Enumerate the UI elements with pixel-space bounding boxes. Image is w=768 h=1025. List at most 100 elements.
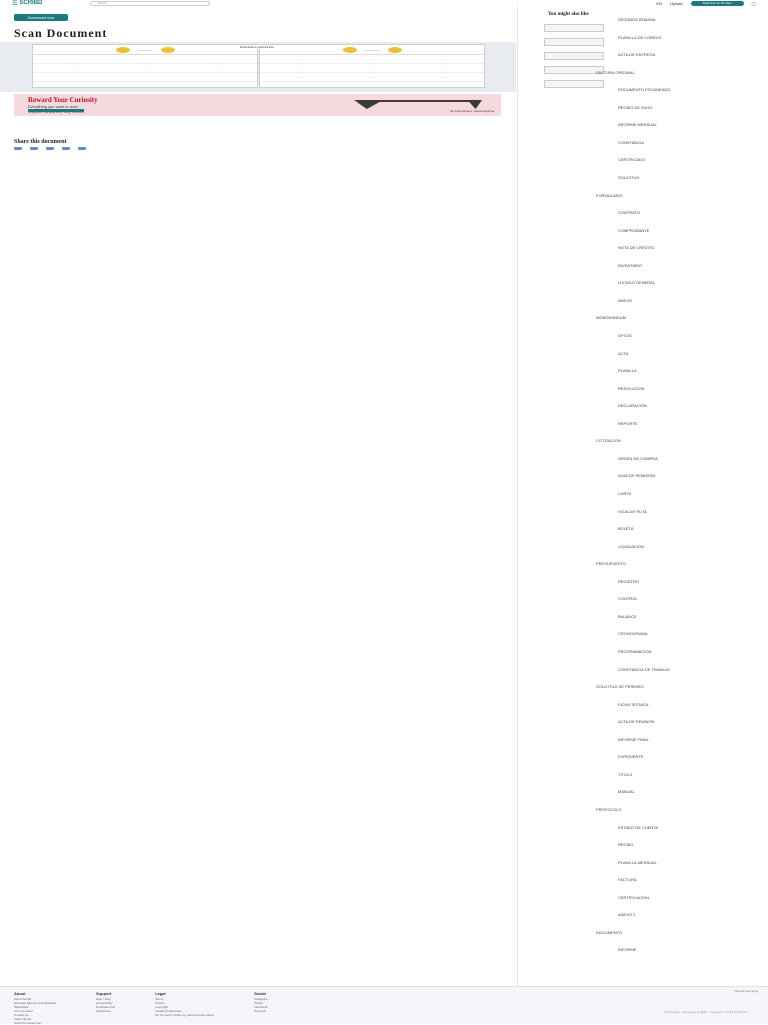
related-document-item[interactable]: BOLETA <box>618 527 748 531</box>
related-document-item[interactable]: LISTADO GENERAL <box>618 281 748 285</box>
related-document-item[interactable]: EXPEDIENTE <box>618 755 748 759</box>
related-document-item[interactable]: HOJA DE RUTA <box>618 509 748 514</box>
document-thumbnail[interactable] <box>544 38 604 46</box>
related-document-title: DOCUMENTO <box>596 929 623 935</box>
download-button[interactable]: Download now <box>14 14 69 21</box>
related-document-item[interactable]: TITULO <box>618 772 748 777</box>
related-document-item[interactable]: ESTADO DE CUENTA <box>618 825 748 830</box>
related-document-item[interactable]: DOCUMENTO ESCANEADO <box>618 88 748 92</box>
related-document-item[interactable]: CONTROL <box>618 597 748 601</box>
document-thumbnail[interactable] <box>544 66 604 74</box>
related-document-item[interactable]: FORMULARIO <box>596 193 726 198</box>
related-document-title: RESOLUCION <box>618 385 645 391</box>
search-icon[interactable]: ⌕ <box>208 1 210 5</box>
page-row: ······ ······ ······ <box>33 73 257 82</box>
sidebar: You might also like SEGUNDA SEMANA PLANIL… <box>517 6 768 986</box>
link-icon[interactable] <box>62 147 70 150</box>
related-document-item[interactable]: COTIZACION <box>596 439 726 443</box>
related-document-item[interactable]: ORDEN DE COMPRA <box>618 456 748 461</box>
footer-link[interactable]: Do not sell or share my personal informa… <box>155 1013 214 1017</box>
related-document-item[interactable]: INVENTARIO <box>618 263 748 268</box>
language-selector[interactable]: EN <box>656 1 662 6</box>
related-document-item[interactable]: REGISTRO <box>618 579 748 584</box>
related-document-item[interactable]: RESOLUCION <box>618 385 748 391</box>
related-document-item[interactable]: MEMORANDUM <box>596 316 726 320</box>
related-document-item[interactable]: REPORTE <box>618 421 748 426</box>
related-document-item[interactable]: DECLARACION <box>618 404 748 408</box>
related-document-item[interactable]: ACTA DE ENTREGA <box>618 53 748 57</box>
document-thumbnail[interactable] <box>544 80 604 88</box>
related-document-title: CONTROL <box>618 596 638 602</box>
related-document-title: CERTIFICACION <box>618 894 650 900</box>
related-document-item[interactable]: ANEXO <box>618 298 748 303</box>
related-document-item[interactable]: NOTA DE CREDITO <box>618 246 748 250</box>
embed-icon[interactable] <box>78 147 86 150</box>
facebook-icon[interactable] <box>14 147 22 150</box>
related-document-item[interactable]: DOCUMENTO <box>596 929 726 935</box>
related-document-title: CRONOGRAMA <box>618 631 648 637</box>
related-document-title: GUIA DE REMISION <box>618 473 656 479</box>
email-icon[interactable] <box>46 147 54 150</box>
document-thumbnail[interactable] <box>544 24 604 32</box>
related-document-item[interactable]: MANUAL <box>618 790 748 794</box>
promo-banner[interactable]: Reward Your Curiosity Everything you wan… <box>14 94 501 116</box>
related-document-title: PROGRAMACION <box>618 649 652 654</box>
related-document-title: CARTA <box>618 491 632 496</box>
footer-link[interactable]: AdChoices <box>96 1009 115 1013</box>
related-document-title: CONSTANCIA DE TRABAJO <box>618 666 670 672</box>
related-document-item[interactable]: PRESUPUESTO <box>596 562 726 566</box>
document-thumbnail[interactable] <box>544 52 604 60</box>
related-document-item[interactable]: CERTIFICACION <box>618 894 748 900</box>
related-document-item[interactable]: INFORME MENSUAL <box>618 123 748 127</box>
related-document-item[interactable]: SOLICITUD DE PERMISO <box>596 685 726 689</box>
related-document-item[interactable]: ANEXO 2 <box>618 913 748 917</box>
related-document-item[interactable]: ACTA DE REUNION <box>618 720 748 724</box>
related-document-title: DOCUMENTO ESCANEADO <box>618 87 671 93</box>
related-document-title: PLANILLA DE COBROS <box>618 34 662 40</box>
related-document-item[interactable]: FACTURA <box>618 878 748 882</box>
related-document-item[interactable]: PROGRAMACION <box>618 650 748 654</box>
related-document-item[interactable]: FICHA TECNICA <box>618 702 748 707</box>
related-document-item[interactable]: PLANILLA DE COBROS <box>618 34 748 40</box>
related-document-item[interactable]: GUIA DE REMISION <box>618 474 748 478</box>
apps-label[interactable]: Get our free apps <box>735 989 758 993</box>
related-document-title: LIQUIDACION <box>618 543 645 549</box>
related-document-item[interactable]: CERTIFICADO <box>618 158 748 162</box>
page-header: ————— <box>260 45 484 55</box>
twitter-icon[interactable] <box>30 147 38 150</box>
related-document-item[interactable]: ACTA <box>618 351 748 356</box>
related-document-item[interactable]: INFORME <box>618 948 748 952</box>
promo-cta-button[interactable] <box>28 109 84 112</box>
page-row: ······ ······ ······ <box>260 73 484 82</box>
related-document-item[interactable]: PLANILLA <box>618 369 748 373</box>
seal-icon <box>387 46 402 53</box>
related-document-item[interactable]: BALANCE <box>618 614 748 619</box>
related-document-item[interactable]: RECIBO DE PAGO <box>618 105 748 110</box>
related-document-item[interactable]: CONSTANCIA <box>618 140 748 145</box>
footer-link[interactable]: Scribd for enterprise <box>14 1021 56 1025</box>
related-document-title: PROTOCOLO <box>596 807 622 812</box>
related-document-title: INFORME MENSUAL <box>618 122 657 128</box>
related-document-item[interactable]: FACTURA ORIGINAL <box>596 70 726 75</box>
related-document-item[interactable]: PROTOCOLO <box>596 808 726 812</box>
related-document-item[interactable]: LIQUIDACION <box>618 543 748 549</box>
related-document-item[interactable]: COMPROBANTE <box>618 227 748 233</box>
related-document-item[interactable]: RECIBO <box>618 843 748 847</box>
footer-link[interactable]: Pinterest <box>254 1009 267 1013</box>
page-header: ————— <box>33 45 257 55</box>
related-document-item[interactable]: SEGUNDA SEMANA <box>618 18 748 22</box>
related-document-item[interactable]: CRONOGRAMA <box>618 632 748 636</box>
related-document-item[interactable]: OFICIO <box>618 334 748 338</box>
free-trial-button[interactable]: Read free for 30 days <box>690 0 744 6</box>
related-document-item[interactable]: SOLICITUD <box>618 176 748 180</box>
related-document-item[interactable]: CONSTANCIA DE TRABAJO <box>618 666 748 672</box>
upload-link[interactable]: Upload <box>670 1 683 6</box>
related-document-item[interactable]: INFORME FINAL <box>618 737 748 742</box>
user-icon[interactable]: ◯ <box>752 1 756 6</box>
related-document-item[interactable]: CONTRATO <box>618 211 748 215</box>
document-viewer[interactable]: ————— ······ ······ ······ ······ ······ ···… <box>0 42 516 92</box>
related-document-item[interactable]: CARTA <box>618 492 748 496</box>
related-document-item[interactable]: PLANILLA MENSUAL <box>618 860 748 865</box>
search-input[interactable]: Search ⌕ <box>90 0 211 6</box>
related-document-title: COMPROBANTE <box>618 227 650 233</box>
